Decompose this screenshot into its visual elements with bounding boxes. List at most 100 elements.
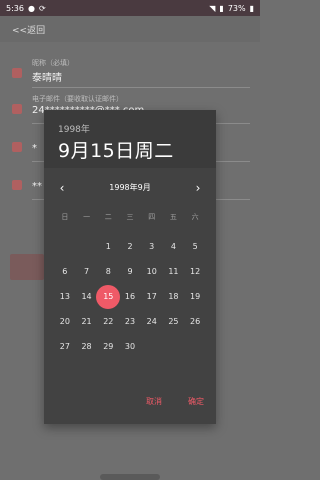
selected-date-label: 9月15日周二 <box>58 140 174 162</box>
dialog-actions: 取消 确定 <box>146 396 204 407</box>
day-cell[interactable]: 3 <box>141 234 163 259</box>
day-cell[interactable]: 21 <box>76 309 98 334</box>
weekday-label: 五 <box>169 213 177 221</box>
day-number: 15 <box>103 292 114 301</box>
day-number: 8 <box>105 267 111 276</box>
email-hint: 电子邮件（要收取认证邮件） <box>32 95 123 103</box>
day-number: 25 <box>168 317 179 326</box>
status-bar: 5:36 ● ⟳ ◥ ▮ 73% ▮ <box>0 0 260 16</box>
day-cell[interactable]: 7 <box>76 259 98 284</box>
day-cell[interactable]: 5 <box>184 234 206 259</box>
day-cell[interactable]: 1 <box>97 234 119 259</box>
divider <box>32 87 250 88</box>
day-number: 9 <box>127 267 133 276</box>
day-cell[interactable]: 30 <box>119 334 141 359</box>
day-number: 3 <box>149 242 155 251</box>
battery-icon: ▮ <box>249 3 254 13</box>
day-number: 1 <box>105 242 111 251</box>
weekday-label: 日 <box>61 213 69 221</box>
day-cell[interactable]: 13 <box>54 284 76 309</box>
day-empty <box>141 334 163 359</box>
day-number: 19 <box>190 292 201 301</box>
day-cell[interactable]: 4 <box>163 234 185 259</box>
day-number: 17 <box>146 292 157 301</box>
day-number: 6 <box>62 267 68 276</box>
cancel-button[interactable]: 取消 <box>146 396 162 407</box>
month-navigation: ‹ 1998年9月 › <box>44 180 216 196</box>
day-cell[interactable]: 17 <box>141 284 163 309</box>
status-time: 5:36 <box>6 3 24 13</box>
day-cell[interactable]: 20 <box>54 309 76 334</box>
signal-icon: ▮ <box>219 3 224 13</box>
day-number: 29 <box>103 342 114 351</box>
day-number: 13 <box>59 292 70 301</box>
day-cell[interactable]: 29 <box>97 334 119 359</box>
day-cell[interactable]: 14 <box>76 284 98 309</box>
heart-icon <box>12 142 22 152</box>
year-label[interactable]: 1998年 <box>58 122 90 135</box>
battery-text: 73% <box>227 3 246 13</box>
day-cell[interactable]: 6 <box>54 259 76 284</box>
back-link[interactable]: <<返回 <box>0 16 260 42</box>
nickname-value: 泰晴晴 <box>32 73 62 84</box>
date-picker-dialog: 1998年 9月15日周二 ‹ 1998年9月 › 日一二三四五六 123456… <box>44 110 216 424</box>
field-value-3: * <box>32 143 37 154</box>
day-number: 21 <box>81 317 92 326</box>
user-icon <box>12 68 22 78</box>
nickname-hint: 昵称（必填） <box>32 59 74 67</box>
day-number: 2 <box>127 242 133 251</box>
day-number: 14 <box>81 292 92 301</box>
day-cell[interactable]: 28 <box>76 334 98 359</box>
day-empty <box>76 234 98 259</box>
day-number: 18 <box>168 292 179 301</box>
weekday-label: 三 <box>126 213 134 221</box>
day-cell[interactable]: 9 <box>119 259 141 284</box>
day-cell[interactable]: 25 <box>163 309 185 334</box>
day-cell[interactable]: 26 <box>184 309 206 334</box>
wifi-icon: ◥ <box>209 3 216 13</box>
sync-icon: ⟳ <box>38 3 46 13</box>
day-number: 24 <box>146 317 157 326</box>
notification-icon: ● <box>27 3 35 13</box>
day-cell[interactable]: 11 <box>163 259 185 284</box>
home-indicator <box>100 474 160 480</box>
ok-button[interactable]: 确定 <box>188 396 204 407</box>
day-cell[interactable]: 12 <box>184 259 206 284</box>
chevron-right-icon[interactable]: › <box>190 180 206 196</box>
day-number: 30 <box>124 342 136 351</box>
day-cell[interactable]: 19 <box>184 284 206 309</box>
day-number: 4 <box>170 242 176 251</box>
day-empty <box>184 334 206 359</box>
day-cell[interactable]: 10 <box>141 259 163 284</box>
day-number: 7 <box>84 267 90 276</box>
day-cell[interactable]: 22 <box>97 309 119 334</box>
nickname-row[interactable]: 昵称（必填） 泰晴晴 <box>0 54 260 88</box>
weekday-label: 一 <box>83 213 91 221</box>
background-button[interactable] <box>10 254 44 280</box>
back-label[interactable]: <<返回 <box>12 23 45 36</box>
day-cell[interactable]: 16 <box>119 284 141 309</box>
day-cell[interactable]: 2 <box>119 234 141 259</box>
day-cell[interactable]: 24 <box>141 309 163 334</box>
day-number: 23 <box>124 317 136 326</box>
day-cell[interactable]: 18 <box>163 284 185 309</box>
calendar-icon <box>12 180 22 190</box>
day-number: 10 <box>146 267 157 276</box>
mail-icon <box>12 104 22 114</box>
day-number: 27 <box>59 342 70 351</box>
day-number: 22 <box>103 317 114 326</box>
day-cell[interactable]: 23 <box>119 309 141 334</box>
day-number: 5 <box>192 242 198 251</box>
weekday-label: 四 <box>148 213 156 221</box>
day-number: 12 <box>190 267 201 276</box>
field-value-4: ** <box>32 181 42 192</box>
weekday-label: 六 <box>191 213 199 221</box>
day-empty <box>54 234 76 259</box>
weekday-header: 日一二三四五六 <box>54 212 206 222</box>
day-number: 11 <box>168 267 179 276</box>
day-number: 28 <box>81 342 92 351</box>
day-cell[interactable]: 27 <box>54 334 76 359</box>
day-cell[interactable]: 8 <box>97 259 119 284</box>
day-number: 20 <box>59 317 70 326</box>
day-cell-selected[interactable]: 15 <box>96 284 120 309</box>
